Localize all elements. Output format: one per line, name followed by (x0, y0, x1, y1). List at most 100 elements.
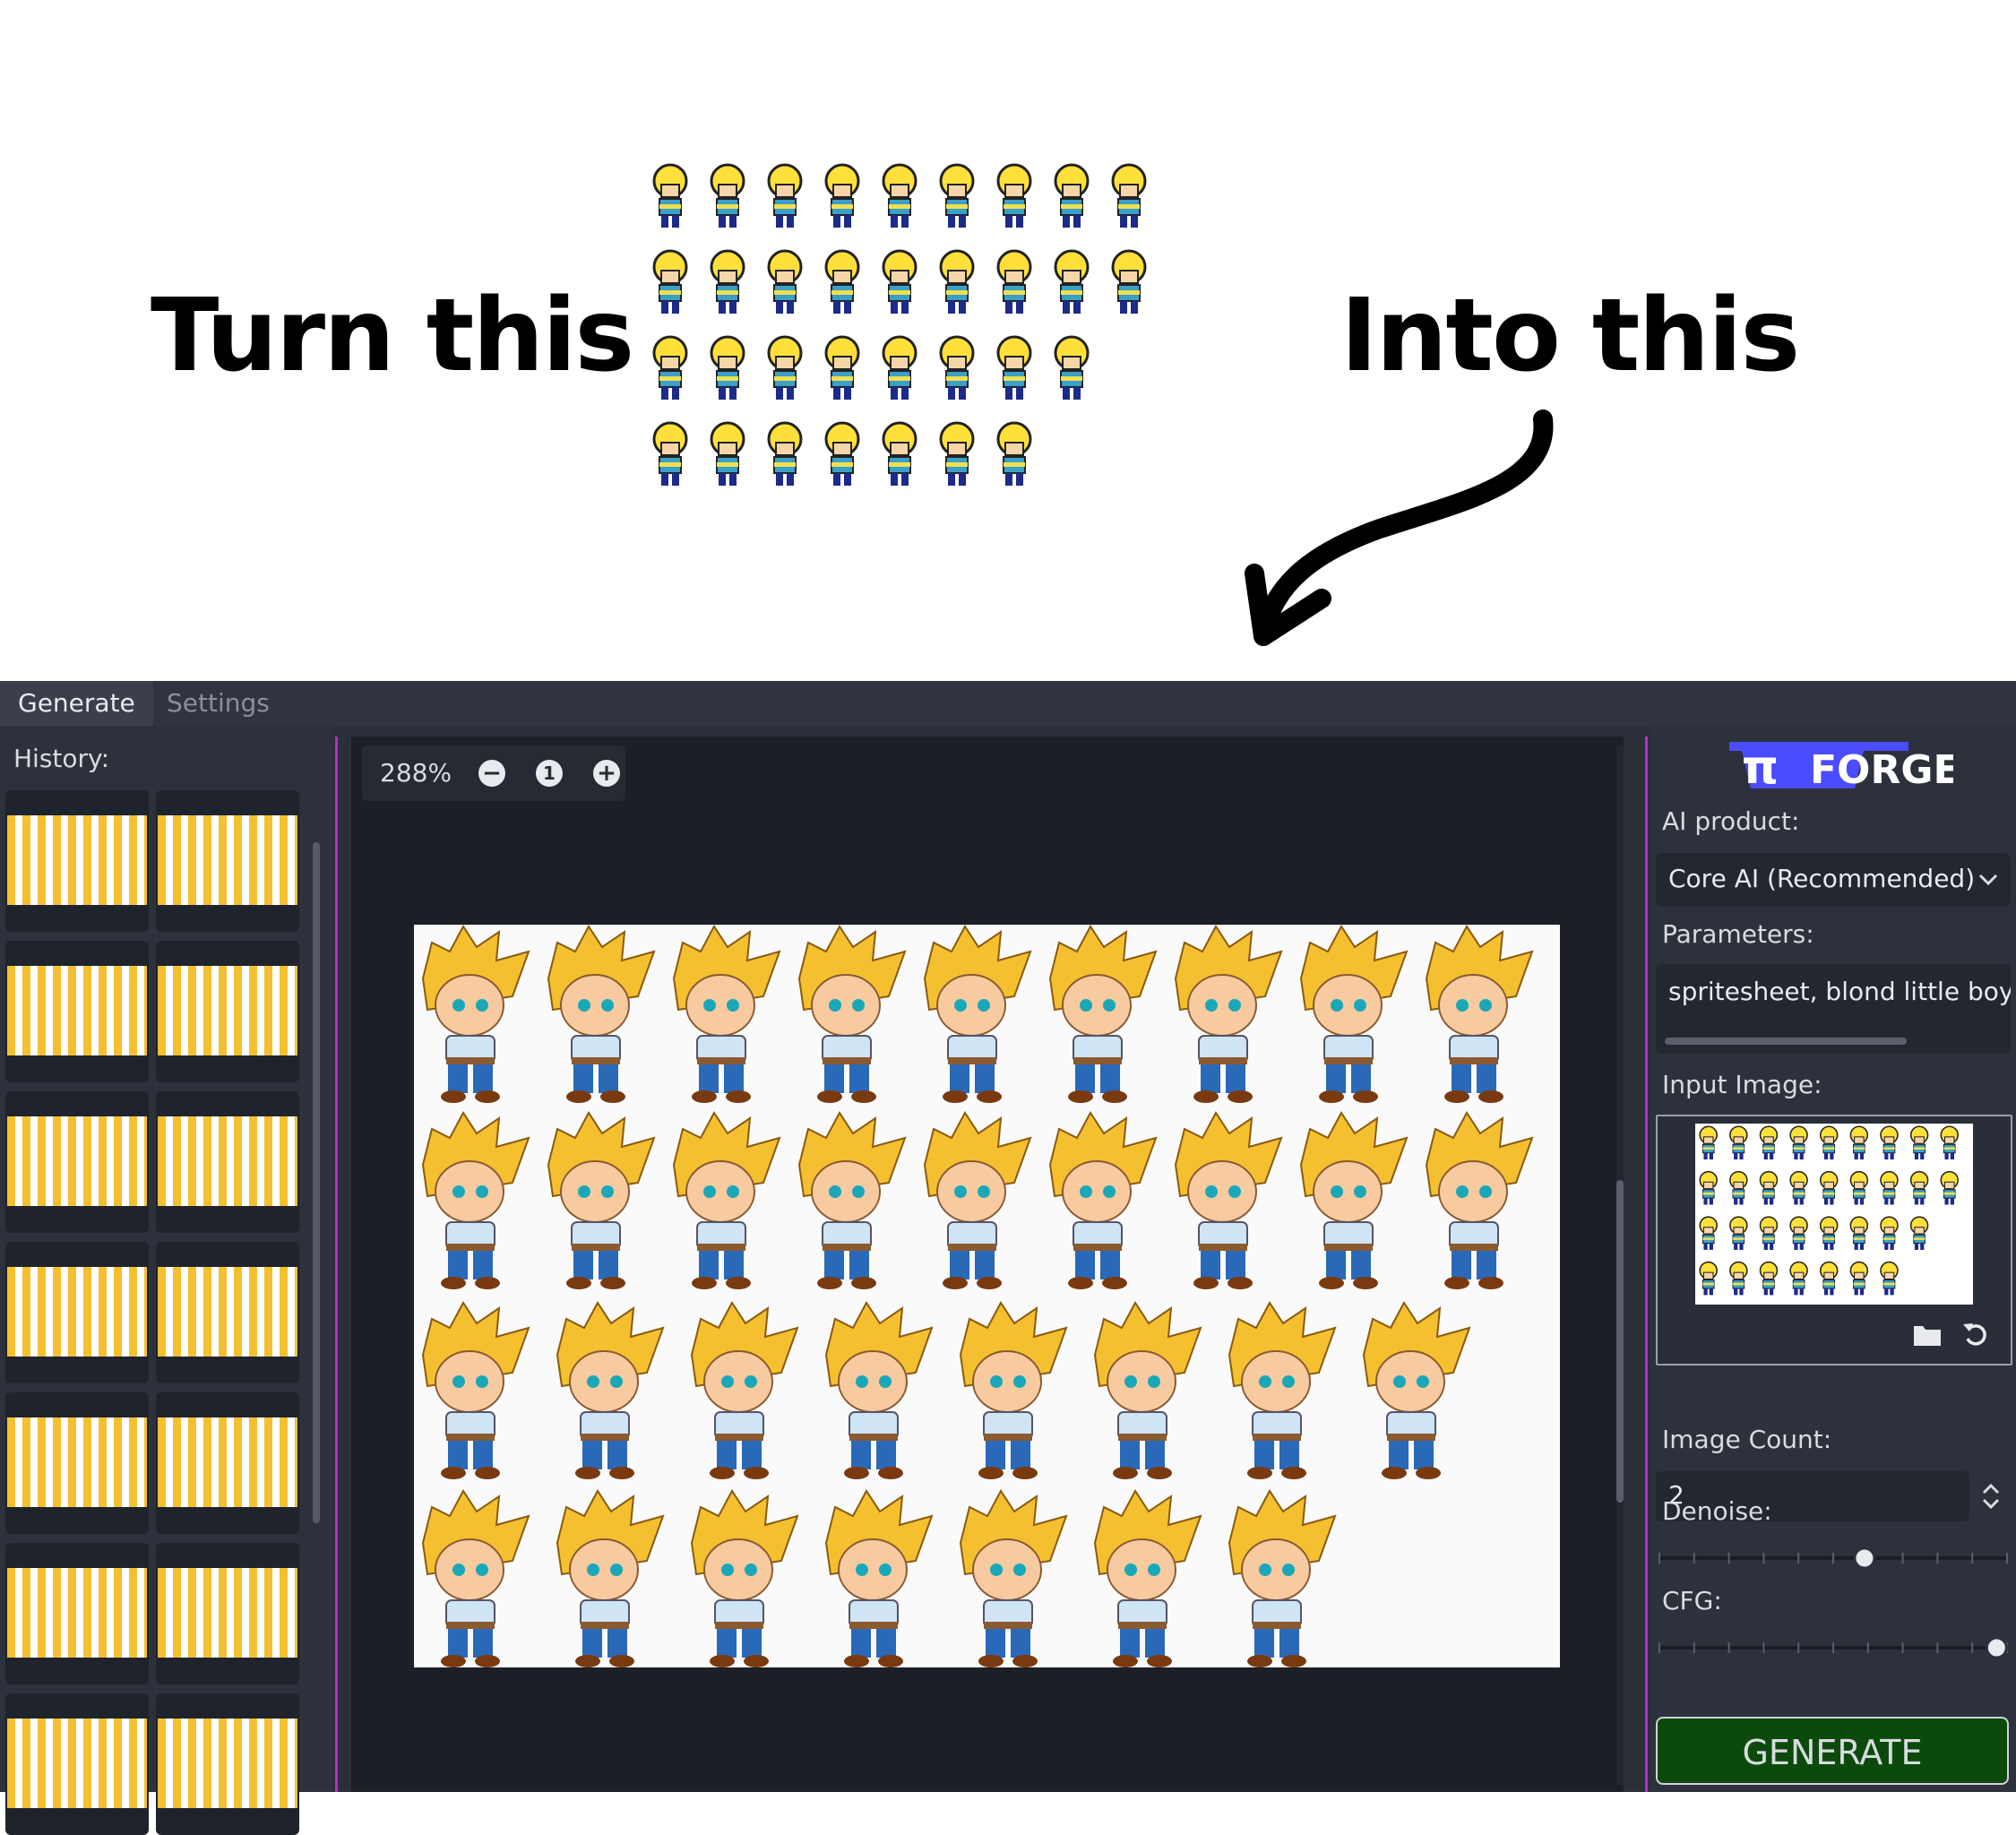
input-sprite (1819, 1261, 1839, 1296)
generated-sprite (923, 925, 1032, 1103)
source-sprite (1111, 163, 1147, 228)
parameters-scrollbar[interactable] (1665, 1038, 1907, 1045)
history-item[interactable] (5, 1693, 149, 1835)
panel-divider-right[interactable] (1645, 737, 1648, 1792)
history-item[interactable] (156, 1091, 299, 1233)
generated-sprite (1425, 1111, 1534, 1289)
generated-sprite (1425, 925, 1534, 1103)
ai-product-label: AI product: (1662, 806, 1800, 836)
svg-text:π: π (1742, 741, 1779, 792)
source-sprite (652, 421, 688, 486)
generated-sprite (421, 1489, 530, 1667)
canvas-area[interactable]: 288% − 1 + (351, 737, 1624, 1792)
generated-sprite (1362, 1301, 1471, 1479)
history-item[interactable] (156, 941, 299, 1082)
generated-sprite (1048, 1111, 1158, 1289)
generated-sprite (1174, 925, 1283, 1103)
slider-tick (1693, 1553, 1695, 1564)
spinner-arrows-icon[interactable] (1973, 1471, 2009, 1521)
folder-icon[interactable] (1912, 1321, 1943, 1348)
slider-tick (1693, 1642, 1695, 1653)
history-item[interactable] (5, 941, 149, 1082)
history-item[interactable] (156, 1543, 299, 1684)
denoise-slider[interactable] (1656, 1545, 2011, 1572)
generated-sprite (1174, 1111, 1283, 1289)
input-sprite (1909, 1170, 1929, 1205)
history-item[interactable] (5, 1091, 149, 1233)
cfg-label: CFG: (1662, 1586, 1722, 1615)
slider-tick (1832, 1553, 1834, 1564)
source-sprite (652, 335, 688, 400)
generated-sprite (1228, 1301, 1337, 1479)
source-sprite (824, 249, 860, 314)
slider-tick (1727, 1553, 1730, 1564)
input-sprite (1759, 1216, 1779, 1250)
cfg-slider[interactable] (1656, 1634, 2011, 1661)
svg-text:FORGE: FORGE (1810, 747, 1953, 792)
input-sprite (1789, 1170, 1808, 1205)
input-sprite (1940, 1170, 1959, 1205)
generated-sprite (421, 1111, 530, 1289)
input-sprite (1819, 1170, 1839, 1205)
slider-tick (1832, 1642, 1834, 1653)
canvas-scrollbar-thumb[interactable] (1616, 1180, 1624, 1503)
source-sprite (767, 335, 803, 400)
history-item[interactable] (156, 1693, 299, 1835)
input-sprite (1849, 1216, 1869, 1250)
zoom-in-icon[interactable]: + (593, 760, 620, 787)
history-thumbnail (7, 1568, 147, 1658)
reset-icon[interactable] (1960, 1319, 1991, 1349)
slider-handle[interactable] (1853, 1546, 1876, 1570)
panel-divider-left[interactable] (335, 737, 338, 1792)
source-sprite (996, 421, 1032, 486)
history-item[interactable] (156, 1392, 299, 1534)
slider-tick (1797, 1642, 1800, 1653)
history-item[interactable] (5, 790, 149, 932)
history-item[interactable] (156, 790, 299, 932)
history-item[interactable] (156, 1242, 299, 1383)
parameters-input[interactable]: spritesheet, blond little boy (1656, 964, 2011, 1054)
input-image-box[interactable] (1656, 1115, 2012, 1365)
zoom-reset-button[interactable]: 1 (536, 760, 563, 787)
history-thumbnail (158, 1719, 297, 1808)
source-sprite (996, 163, 1032, 228)
history-item[interactable] (5, 1242, 149, 1383)
ai-product-select[interactable]: Core AI (Recommended) (1656, 853, 2011, 907)
history-thumbnail (158, 1267, 297, 1357)
generated-sprite (923, 1111, 1032, 1289)
source-sprite (824, 421, 860, 486)
input-sprite (1849, 1170, 1869, 1205)
generated-sprite (672, 1111, 781, 1289)
slider-tick (1971, 1553, 1974, 1564)
input-image-label: Input Image: (1662, 1070, 1822, 1099)
input-sprite (1880, 1261, 1899, 1296)
settings-panel: π FORGE AI product: Core AI (Recommended… (1650, 726, 2016, 1792)
generated-sprite (1299, 925, 1409, 1103)
input-sprite (1789, 1125, 1808, 1160)
zoom-out-icon[interactable]: − (478, 760, 505, 787)
generated-sprite (421, 1301, 530, 1479)
source-sprite (824, 335, 860, 400)
source-sprite (710, 335, 745, 400)
generated-sprite (1093, 1301, 1202, 1479)
history-scrollbar[interactable] (313, 842, 320, 1523)
image-count-label: Image Count: (1662, 1425, 1832, 1454)
input-sprite (1880, 1216, 1899, 1250)
input-image-preview (1695, 1124, 1973, 1305)
source-sprite (767, 249, 803, 314)
generated-sprite (547, 1111, 656, 1289)
slider-tick (1762, 1553, 1765, 1564)
slider-handle[interactable] (1985, 1636, 2008, 1659)
slider-tick (1936, 1553, 1939, 1564)
tab-settings[interactable]: Settings (149, 681, 288, 726)
tab-generate[interactable]: Generate (0, 681, 153, 726)
history-thumbnail (158, 966, 297, 1055)
history-item[interactable] (5, 1543, 149, 1684)
input-sprite (1909, 1216, 1929, 1250)
history-item[interactable] (5, 1392, 149, 1534)
slider-tick (1866, 1642, 1869, 1653)
slider-tick (1901, 1642, 1904, 1653)
generate-button[interactable]: GENERATE (1656, 1717, 2009, 1785)
source-sprite (710, 421, 745, 486)
input-sprite (1789, 1216, 1808, 1250)
